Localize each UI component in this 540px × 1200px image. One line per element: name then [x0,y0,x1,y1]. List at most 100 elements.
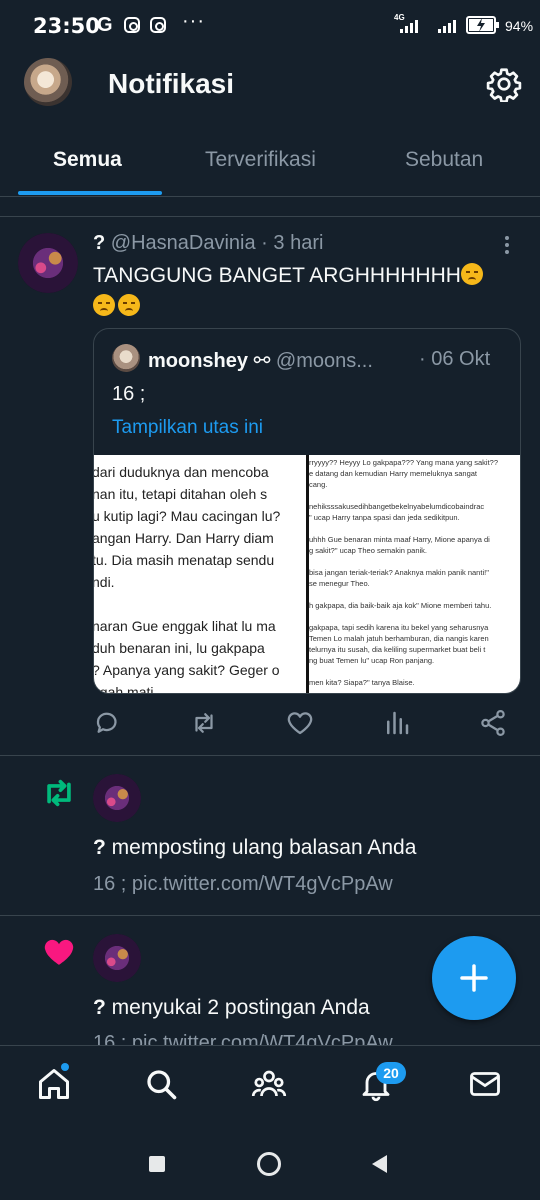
image-right-line [309,523,520,534]
signal-icon [400,20,418,33]
bottom-nav [0,1045,540,1128]
quoted-author-name: moonshey [148,350,249,372]
image-right-line [309,688,520,693]
mail-icon[interactable] [467,1066,503,1102]
image-right-line [309,490,520,501]
profile-avatar[interactable] [24,58,72,106]
search-icon[interactable] [143,1066,179,1102]
battery-percent: 94% [505,18,534,34]
tweet-time: 3 hari [273,232,324,254]
like-actor-avatar[interactable] [93,934,141,982]
status-bar: 23:50 G ··· 4G 94% [0,0,540,50]
home-button[interactable] [257,1152,281,1176]
quoted-author: moonshey ⚯ @moons... [148,348,373,373]
quoted-image[interactable]: dari duduknya dan mencoba nan itu, tetapi… [94,455,520,694]
share-icon[interactable] [478,708,508,738]
disappointed-face-emoji [93,294,115,316]
image-right-line: nehiksssakusedihbangetbekelnyabelumdicob… [309,502,485,511]
home-icon[interactable] [36,1066,72,1102]
image-right-line: gakpapa, tapi sedih karena itu bekel yan… [309,623,489,632]
image-left-line: nan itu, tetapi ditahan oleh s [94,486,268,502]
name-symbol: ⚯ [253,350,271,372]
back-button[interactable] [369,1153,389,1175]
image-right-line: se menegur Theo. [309,579,370,588]
status-time: 23:50 [33,14,100,38]
quoted-tweet[interactable]: moonshey ⚯ @moons... · 06 Okt 16 ; Tampi… [93,328,521,694]
tab-indicator [18,191,162,195]
home-unread-dot [61,1063,69,1071]
google-icon: G [97,14,113,36]
battery-icon [466,16,499,34]
tweet-author-avatar[interactable] [18,233,78,293]
image-right-line [309,556,520,567]
like-notification-text[interactable]: ? menyukai 2 postingan Anda [93,996,370,1020]
communities-icon[interactable] [251,1066,287,1102]
like-icon[interactable] [285,708,315,738]
image-right-line: g sakit?" ucap Theo semakin panik. [309,546,428,555]
disappointed-face-emoji [460,263,483,285]
image-left-line: angan Harry. Dan Harry diam [94,530,274,546]
image-right-line [309,589,520,600]
image-left-line: dari duduknya dan mencoba [94,464,269,480]
image-right-line: cang. [309,480,328,489]
reply-icon[interactable] [93,708,123,738]
tweet-author-handle[interactable]: @HasnaDavinia [111,232,256,254]
image-right-line: rryyyy?? Heyyy Lo gakpapa??? Yang mana y… [309,458,499,467]
tweet-text: TANGGUNG BANGET ARGHHHHHHH [93,260,513,322]
image-right-line: uhhh Gue benaran minta maaf Harry, Mione… [309,535,490,544]
gear-icon[interactable] [486,66,522,102]
show-thread-link[interactable]: Tampilkan utas ini [112,417,263,439]
image-left-line: naran Gue enggak lihat lu ma [94,618,276,634]
notification-badge: 20 [376,1062,406,1084]
more-notifications-icon: ··· [182,10,205,32]
image-right-line: ng buat Temen lu" ucap Ron panjang. [309,656,435,665]
retweet-notification-snippet: 16 ; pic.twitter.com/WT4gVcPpAw [93,873,393,895]
image-left-line: ngah mati. [94,684,158,694]
repost-icon[interactable] [189,708,219,738]
image-left-line: u kutip lagi? Mau cacingan lu? [94,508,281,524]
divider [0,755,540,756]
tweet-header: ? @HasnaDavinia · 3 hari [93,232,324,254]
image-right-line [309,666,520,677]
image-left-line: ? Apanya yang sakit? Geger o [94,662,280,678]
image-right-line [309,611,520,622]
image-right-panel: rryyyy?? Heyyy Lo gakpapa??? Yang mana y… [309,455,520,693]
tab-semua[interactable]: Semua [53,148,122,172]
tweet-author-name[interactable]: ? [93,232,105,254]
image-left-line: tu. Dia masih menatap sendu [94,552,275,568]
page-title: Notifikasi [108,68,235,99]
compose-button[interactable] [432,936,516,1020]
divider [0,915,540,916]
retweet-actor-avatar[interactable] [93,774,141,822]
instagram-icon [124,17,140,33]
system-nav-bar [0,1127,540,1200]
instagram-icon-2 [150,17,166,33]
quoted-text: 16 ; [112,383,146,405]
more-options-icon[interactable] [503,236,511,260]
tab-sebutan[interactable]: Sebutan [405,148,483,172]
signal-icon-2 [438,20,456,33]
image-right-line: e datang dan kemudian Harry memeluknya s… [309,469,478,478]
recents-button[interactable] [149,1156,165,1172]
heart-icon [44,939,74,965]
image-right-line: men kita? Siapa?" tanya Blaise. [309,678,415,687]
image-left-line [94,593,306,615]
image-right-line: h gakpapa, dia baik-baik aja kok" Mione … [309,601,492,610]
image-right-line: telurnya itu susah, dia keliling superma… [309,645,486,654]
tab-terverifikasi[interactable]: Terverifikasi [205,148,316,172]
tab-bar: Semua Terverifikasi Sebutan [0,132,540,196]
disappointed-face-emoji [118,294,140,316]
image-left-line: duh benaran ini, lu gakpapa [94,640,265,656]
divider [0,196,540,197]
image-right-line: " ucap Harry tanpa spasi dan jeda sediki… [309,513,460,522]
image-right-line: Temen Lo malah jatuh berhamburan, dia na… [309,634,489,643]
quoted-author-avatar [112,344,140,372]
image-left-line: ndi. [94,574,115,590]
retweet-icon [47,779,71,807]
image-right-line: bisa jangan teriak-teriak? Anaknya makin… [309,568,489,577]
tweet-actions [93,708,513,744]
retweet-notification-text[interactable]: ? memposting ulang balasan Anda [93,836,416,860]
divider [0,216,540,217]
image-left-panel: dari duduknya dan mencoba nan itu, tetapi… [94,455,306,694]
views-icon[interactable] [382,708,412,738]
